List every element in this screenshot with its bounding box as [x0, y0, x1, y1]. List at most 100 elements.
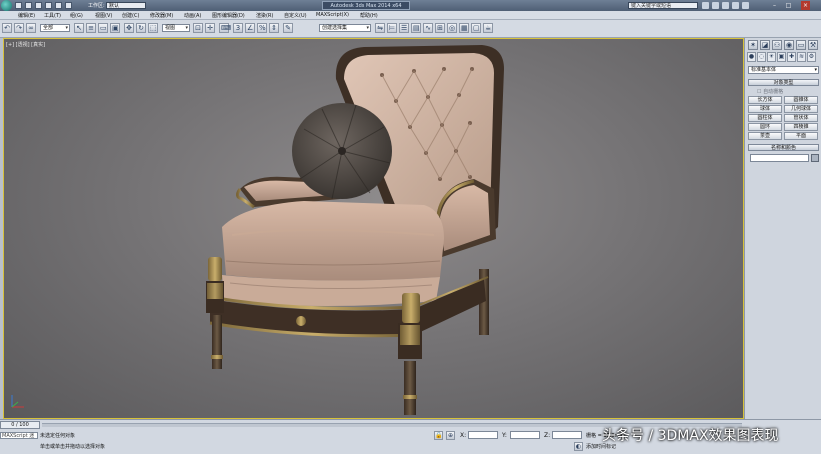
maxscript-listener[interactable]: MAXScript 迷 [0, 432, 38, 439]
scale-icon[interactable]: ⬚ [148, 23, 158, 33]
object-type-rollout[interactable]: 对象类型 [748, 79, 819, 86]
shapes-icon[interactable]: ◌ [757, 52, 766, 62]
curve-editor-icon[interactable]: ∿ [423, 23, 433, 33]
isolate-icon[interactable]: ◐ [574, 442, 583, 451]
select-by-name-icon[interactable]: ≡ [86, 23, 96, 33]
close-icon[interactable]: × [801, 1, 810, 10]
pyramid-button[interactable]: 四棱锥 [784, 123, 818, 131]
schematic-view-icon[interactable]: ⊞ [435, 23, 445, 33]
cameras-icon[interactable]: ▣ [777, 52, 786, 62]
armchair-model[interactable] [4, 39, 744, 419]
box-button[interactable]: 长方体 [748, 96, 782, 104]
keyboard-shortcut-icon[interactable]: ⌨ [219, 23, 231, 33]
search-icon[interactable] [702, 2, 709, 9]
render-frame-icon[interactable]: ▢ [471, 23, 481, 33]
teapot-button[interactable]: 茶壶 [748, 132, 782, 140]
lock-selection-icon[interactable]: 🔒 [434, 431, 443, 440]
selection-filter-dropdown[interactable]: 全部 [40, 24, 70, 32]
object-name-input[interactable] [750, 154, 809, 162]
render-setup-icon[interactable]: ▦ [459, 23, 469, 33]
time-slider[interactable]: 0 / 100 [0, 421, 40, 429]
modify-tab-icon[interactable]: ◪ [760, 40, 770, 50]
help-icon[interactable] [742, 2, 749, 9]
mirror-icon[interactable]: ⇋ [375, 23, 385, 33]
rotate-icon[interactable]: ↻ [136, 23, 146, 33]
link-icon[interactable]: ∞ [26, 23, 36, 33]
select-object-icon[interactable]: ↖ [74, 23, 84, 33]
geometry-icon[interactable]: ● [747, 52, 756, 62]
sphere-button[interactable]: 球体 [748, 105, 782, 113]
angle-snap-icon[interactable]: ∠ [245, 23, 255, 33]
undo-tool-icon[interactable]: ↶ [2, 23, 12, 33]
move-icon[interactable]: ✥ [124, 23, 134, 33]
systems-icon[interactable]: ⚙ [807, 52, 816, 62]
display-tab-icon[interactable]: ▭ [796, 40, 806, 50]
space-warps-icon[interactable]: ≋ [797, 52, 806, 62]
minimize-icon[interactable]: – [770, 1, 779, 10]
torus-button[interactable]: 圆环 [748, 123, 782, 131]
menu-help[interactable]: 帮助(H) [360, 12, 378, 19]
x-coordinate-field[interactable] [468, 431, 498, 439]
menu-customize[interactable]: 自定义(U) [284, 12, 307, 19]
motion-tab-icon[interactable]: ◉ [784, 40, 794, 50]
undo-icon[interactable] [45, 2, 52, 9]
redo-icon[interactable] [55, 2, 62, 9]
spinner-snap-icon[interactable]: ⇕ [269, 23, 279, 33]
snaps-toggle-icon[interactable]: 3 [233, 23, 243, 33]
autogrid-checkbox[interactable]: ☐ 自动栅格 [757, 88, 783, 95]
menu-graph-editors[interactable]: 图形编辑器(D) [212, 12, 245, 19]
menu-group[interactable]: 组(G) [70, 12, 83, 19]
communication-icon[interactable] [722, 2, 729, 9]
material-editor-icon[interactable]: ◎ [447, 23, 457, 33]
align-icon[interactable]: ⊨ [387, 23, 397, 33]
redo-tool-icon[interactable]: ↷ [14, 23, 24, 33]
menu-views[interactable]: 视图(V) [95, 12, 112, 19]
percent-snap-icon[interactable]: % [257, 23, 267, 33]
command-panel: ✶ ◪ ⚇ ◉ ▭ ⚒ ● ◌ ☀ ▣ ✚ ≋ ⚙ 标准基本体 对象类型 ☐ 自… [744, 38, 821, 420]
workspace-select[interactable]: 默认 [106, 2, 146, 9]
perspective-viewport[interactable]: [+] [透视] [真实] [3, 38, 744, 419]
save-file-icon[interactable] [35, 2, 42, 9]
edit-named-selection-icon[interactable]: ✎ [283, 23, 293, 33]
reference-coordinate-dropdown[interactable]: 视图 [162, 24, 190, 32]
pivot-center-icon[interactable]: ⊡ [193, 23, 203, 33]
create-tab-icon[interactable]: ✶ [748, 40, 758, 50]
new-file-icon[interactable] [15, 2, 22, 9]
help-search-input[interactable]: 键入关键字或短语 [628, 2, 698, 9]
geosphere-button[interactable]: 几何球体 [784, 105, 818, 113]
menu-maxscript[interactable]: MAXScript(X) [316, 12, 349, 18]
name-color-rollout[interactable]: 名称和颜色 [748, 144, 819, 151]
open-file-icon[interactable] [25, 2, 32, 9]
geometry-category-dropdown[interactable]: 标准基本体 [748, 66, 819, 74]
menu-animation[interactable]: 动画(A) [184, 12, 201, 19]
menu-rendering[interactable]: 渲染(R) [256, 12, 273, 19]
layer-manager-icon[interactable]: ☰ [399, 23, 409, 33]
project-folder-icon[interactable] [65, 2, 72, 9]
subscription-icon[interactable] [712, 2, 719, 9]
favorites-icon[interactable] [732, 2, 739, 9]
named-selection-dropdown[interactable]: 创建选择集 [319, 24, 371, 32]
cone-button[interactable]: 圆锥体 [784, 96, 818, 104]
object-color-swatch[interactable] [811, 154, 819, 162]
menu-create[interactable]: 创建(C) [122, 12, 139, 19]
helpers-icon[interactable]: ✚ [787, 52, 796, 62]
rect-selection-icon[interactable]: ▭ [98, 23, 108, 33]
menu-tools[interactable]: 工具(T) [44, 12, 61, 19]
maximize-icon[interactable]: □ [784, 1, 793, 10]
utilities-tab-icon[interactable]: ⚒ [808, 40, 818, 50]
render-production-icon[interactable]: ☕ [483, 23, 493, 33]
y-coordinate-field[interactable] [510, 431, 540, 439]
app-logo-icon[interactable] [1, 0, 12, 11]
plane-button[interactable]: 平面 [784, 132, 818, 140]
select-manipulate-icon[interactable]: ✛ [205, 23, 215, 33]
z-coordinate-field[interactable] [552, 431, 582, 439]
window-crossing-icon[interactable]: ▣ [110, 23, 120, 33]
tube-button[interactable]: 管状体 [784, 114, 818, 122]
menu-edit[interactable]: 编辑(E) [18, 12, 35, 19]
cylinder-button[interactable]: 圆柱体 [748, 114, 782, 122]
menu-modifiers[interactable]: 修改器(M) [150, 12, 173, 19]
lights-icon[interactable]: ☀ [767, 52, 776, 62]
absolute-mode-icon[interactable]: ⊕ [446, 431, 455, 440]
graphite-ribbon-icon[interactable]: ▤ [411, 23, 421, 33]
hierarchy-tab-icon[interactable]: ⚇ [772, 40, 782, 50]
